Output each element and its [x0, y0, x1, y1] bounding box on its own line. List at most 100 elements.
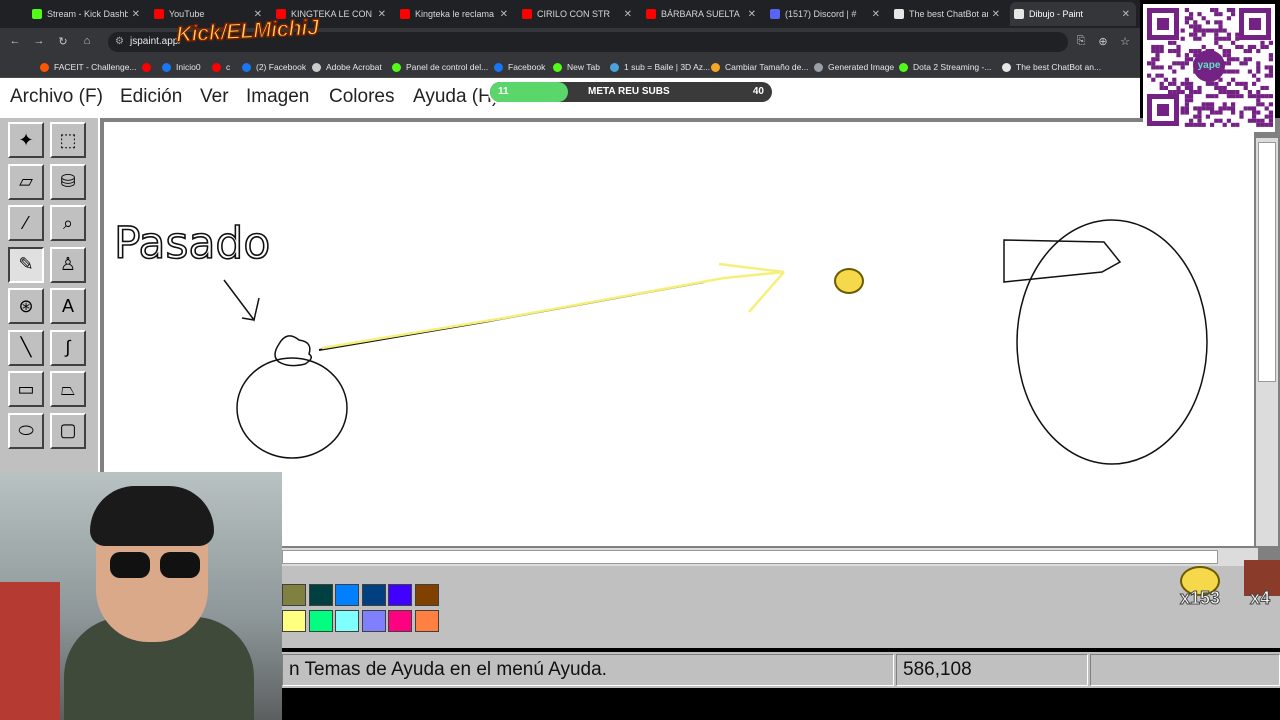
bookmark-item[interactable]: Cambiar Tamaño de...: [711, 60, 808, 74]
bookmark-label: The best ChatBot an...: [1016, 62, 1102, 72]
bookmark-star-icon[interactable]: ☆: [1118, 35, 1132, 49]
bookmark-favicon-icon: [899, 62, 908, 72]
free-select-icon[interactable]: ✦: [8, 122, 44, 158]
bookmark-item[interactable]: c: [212, 60, 230, 74]
palette-swatch[interactable]: [361, 584, 386, 606]
bookmark-favicon-icon: [212, 62, 221, 72]
curve-icon[interactable]: ∫: [50, 329, 86, 366]
browser-tab[interactable]: Stream - Kick Dashbo ✕: [28, 2, 146, 26]
tab-title: BÁRBARA SUELTA: [661, 9, 740, 19]
browser-tab[interactable]: Kingteka le reclama a ✕: [396, 2, 514, 26]
browser-tab[interactable]: (1517) Discord | # ✕: [766, 2, 886, 26]
bookmark-item[interactable]: The best ChatBot an...: [1002, 60, 1101, 74]
home-icon[interactable]: ⌂: [80, 35, 94, 49]
line-icon[interactable]: ╲: [8, 329, 44, 366]
magnifier-icon[interactable]: ⌕: [50, 205, 86, 241]
menu-item[interactable]: Imagen: [246, 86, 309, 108]
tab-close-icon[interactable]: ✕: [132, 9, 140, 20]
vertical-scrollbar[interactable]: [1256, 138, 1278, 546]
chair: [0, 582, 60, 720]
menu-item[interactable]: Ayuda (H): [413, 86, 498, 108]
tab-close-icon[interactable]: ✕: [624, 9, 632, 20]
status-help-text: n Temas de Ayuda en el menú Ayuda.: [282, 654, 894, 686]
tab-close-icon[interactable]: ✕: [1122, 9, 1130, 20]
browser-tab[interactable]: The best ChatBot an ✕: [890, 2, 1006, 26]
paint-toolbox: ✦ ⬚ ▱ ⛁ ⁄ ⌕ ✎ ♙ ⊛ A ╲ ∫ ▭ ⏢ ⬭ ▢: [0, 118, 100, 472]
reload-icon[interactable]: ↻: [56, 35, 70, 49]
bookmark-item[interactable]: Facebook: [494, 60, 545, 74]
bookmark-favicon-icon: [242, 62, 251, 72]
forward-icon[interactable]: →: [32, 35, 46, 49]
browser-tab[interactable]: Dibujo - Paint ✕: [1010, 2, 1136, 26]
bookmark-favicon-icon: [610, 62, 619, 72]
bookmark-item[interactable]: FACEIT - Challenge...: [40, 60, 137, 74]
rect-select-icon[interactable]: ⬚: [50, 122, 86, 158]
bookmark-item[interactable]: New Tab: [553, 60, 600, 74]
sub-goal-current: 11: [498, 86, 509, 97]
tab-close-icon[interactable]: ✕: [992, 9, 1000, 20]
palette-swatch[interactable]: [414, 584, 439, 606]
bookmark-item[interactable]: Dota 2 Streaming -...: [899, 60, 991, 74]
polygon-icon[interactable]: ⏢: [50, 371, 86, 407]
palette-swatch[interactable]: [335, 584, 359, 606]
menu-item[interactable]: Archivo (F): [10, 86, 103, 108]
eraser-icon[interactable]: ▱: [8, 163, 44, 200]
bookmark-favicon-icon: [553, 62, 562, 72]
airbrush-icon[interactable]: ⊛: [8, 288, 44, 324]
install-app-icon[interactable]: ⎘: [1074, 35, 1088, 49]
arrow-stroke: [223, 279, 260, 322]
bookmark-label: 1 sub = Baile | 3D Az...: [624, 62, 711, 72]
palette-swatch[interactable]: [282, 610, 306, 632]
sub-goal-track: 11 META REU SUBS 40: [490, 82, 772, 102]
back-icon[interactable]: ←: [8, 35, 22, 49]
brush-icon[interactable]: ♙: [50, 246, 86, 283]
tab-close-icon[interactable]: ✕: [378, 9, 386, 20]
text-icon[interactable]: A: [50, 288, 86, 324]
menu-item[interactable]: Colores: [329, 86, 394, 108]
bookmark-item[interactable]: (2) Facebook: [242, 60, 306, 74]
browser-tab[interactable]: CIRILO CON STR ✕: [518, 2, 638, 26]
zoom-icon[interactable]: ⊕: [1096, 35, 1110, 49]
bookmark-favicon-icon: [711, 62, 720, 72]
rounded-rect-icon[interactable]: ▢: [50, 412, 86, 449]
bookmark-item[interactable]: 1 sub = Baile | 3D Az...: [610, 60, 710, 74]
ellipse-icon[interactable]: ⬭: [8, 412, 44, 449]
color-picker-icon[interactable]: ⁄: [8, 205, 44, 241]
browser-tab[interactable]: BÁRBARA SUELTA ✕: [642, 2, 762, 26]
yellow-arrow: [321, 262, 785, 350]
menu-item[interactable]: Edición: [120, 86, 182, 108]
palette-swatch[interactable]: [414, 610, 439, 632]
small-circle: [236, 357, 348, 459]
menu-item[interactable]: Ver: [200, 86, 229, 108]
horizontal-scrollbar[interactable]: [282, 548, 1258, 566]
palette-swatch[interactable]: [335, 610, 359, 632]
palette-swatch[interactable]: [308, 610, 333, 632]
sub-goal-label: META REU SUBS: [588, 86, 670, 97]
palette-swatch[interactable]: [308, 584, 333, 606]
palette-swatch[interactable]: [388, 610, 412, 632]
tab-close-icon[interactable]: ✕: [872, 9, 880, 20]
palette-swatch[interactable]: [388, 584, 412, 606]
horizontal-scroll-thumb[interactable]: [282, 550, 1218, 564]
bookmark-item[interactable]: Panel de control del...: [392, 60, 488, 74]
tab-favicon-icon: [894, 9, 904, 19]
tab-close-icon[interactable]: ✕: [748, 9, 756, 20]
bookmarks-bar: FACEIT - Challenge... Inicio0 c (2) Faceboo…: [0, 56, 1140, 78]
rectangle-icon[interactable]: ▭: [8, 371, 44, 407]
bookmark-item[interactable]: [142, 60, 156, 74]
pencil-icon[interactable]: ✎: [8, 246, 44, 283]
palette-swatch[interactable]: [282, 584, 306, 606]
bookmark-item[interactable]: Adobe Acrobat: [312, 60, 382, 74]
bookmark-favicon-icon: [142, 62, 151, 72]
tab-close-icon[interactable]: ✕: [500, 9, 508, 20]
bookmark-favicon-icon: [392, 62, 401, 72]
palette-swatch[interactable]: [361, 610, 386, 632]
fill-bucket-icon[interactable]: ⛁: [50, 163, 86, 200]
status-coordinates: 586,108: [896, 654, 1088, 686]
vertical-scroll-thumb[interactable]: [1258, 142, 1276, 382]
bookmark-item[interactable]: Inicio0: [162, 60, 201, 74]
site-info-icon[interactable]: ⚙: [115, 32, 124, 52]
bookmark-item[interactable]: Generated Image: [814, 60, 894, 74]
canvas-text-pasado: Pasado: [114, 218, 270, 269]
yape-qr-code: yape: [1143, 4, 1275, 132]
